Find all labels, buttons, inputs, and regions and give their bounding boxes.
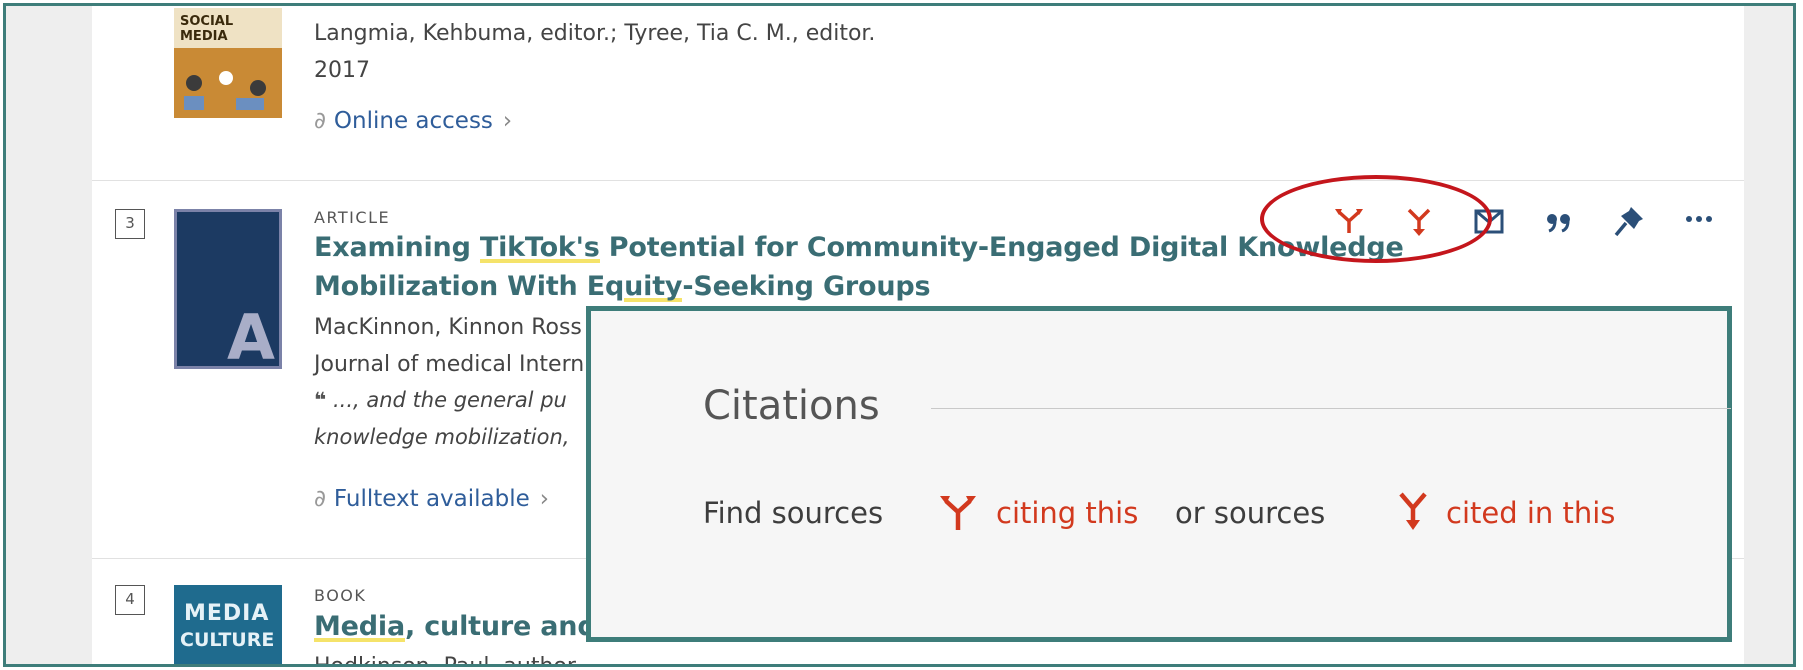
cited-in-this-link[interactable]: cited in this (1446, 496, 1615, 530)
quote-icon (1547, 214, 1570, 233)
book-cover-title: CULTURE (180, 629, 275, 651)
result-authors: Langmia, Kehbuma, editor.; Tyree, Tia C.… (314, 21, 876, 46)
link-icon: ∂ (314, 108, 326, 134)
result-number: 4 (115, 585, 145, 615)
pin-button[interactable] (1609, 201, 1649, 241)
fulltext-label: Fulltext available (333, 486, 530, 512)
result-type: BOOK (314, 586, 367, 605)
citation-quote-button[interactable] (1539, 201, 1579, 241)
fulltext-available-link[interactable]: ∂ Fulltext available › (314, 486, 549, 512)
popup-title: Citations (703, 383, 880, 429)
title-text: Mobilization With Eq (314, 271, 625, 302)
online-access-link[interactable]: ∂ Online access › (314, 108, 512, 134)
result-snippet: ❝ ..., and the general pu (314, 388, 567, 412)
result-divider (92, 180, 1744, 181)
result-title[interactable]: Media, culture and s (314, 611, 622, 642)
search-term-highlight: Media (314, 611, 405, 642)
book-cover-title: SOCIAL MEDIA (180, 14, 234, 44)
title-text: -Seeking Groups (682, 271, 931, 302)
citing-this-icon[interactable] (936, 488, 980, 536)
article-thumbnail[interactable]: A (174, 209, 282, 369)
online-access-label: Online access (333, 108, 493, 134)
snippet-text: ..., and the general pu (326, 388, 567, 412)
popup-title-rule (931, 408, 1731, 409)
find-sources-label: Find sources (703, 496, 884, 530)
book-cover-title: MEDIA (184, 601, 270, 626)
quote-icon: ❝ (314, 388, 327, 412)
citations-popup: Citations Find sources citing this or so… (586, 306, 1732, 642)
result-number: 3 (115, 209, 145, 239)
book-cover-thumbnail[interactable]: MEDIA CULTURE (174, 585, 282, 664)
result-title-line2[interactable]: Mobilization With Equity-Seeking Groups (314, 271, 931, 302)
result-year: 2017 (314, 58, 370, 83)
result-snippet-line2: knowledge mobilization, (314, 425, 570, 449)
chevron-right-icon: › (502, 108, 513, 134)
link-icon: ∂ (314, 486, 326, 512)
more-actions-button[interactable] (1679, 201, 1719, 241)
pin-icon (1614, 207, 1643, 237)
or-sources-label: or sources (1175, 496, 1326, 530)
chevron-right-icon: › (539, 486, 549, 512)
more-icon (1686, 216, 1712, 222)
screenshot-frame: SOCIAL MEDIA Langmia, Kehbuma, editor.; … (3, 3, 1796, 667)
search-term-highlight: TikTok's (479, 232, 600, 263)
result-authors: MacKinnon, Kinnon Ross (314, 315, 582, 340)
result-title[interactable]: Examining TikTok's Potential for Communi… (314, 232, 1404, 263)
result-type: ARTICLE (314, 208, 391, 227)
result-journal: Journal of medical Intern (314, 352, 585, 377)
citing-this-link[interactable]: citing this (996, 496, 1138, 530)
title-text: Examining (314, 232, 480, 263)
result-authors: Hodkinson, Paul, author. (314, 654, 581, 667)
book-cover-thumbnail[interactable]: SOCIAL MEDIA (174, 8, 282, 118)
annotation-circle (1260, 175, 1492, 263)
article-thumbnail-letter: A (227, 301, 275, 369)
cited-in-this-icon[interactable] (1391, 488, 1435, 536)
search-term-highlight: uity (624, 271, 683, 302)
